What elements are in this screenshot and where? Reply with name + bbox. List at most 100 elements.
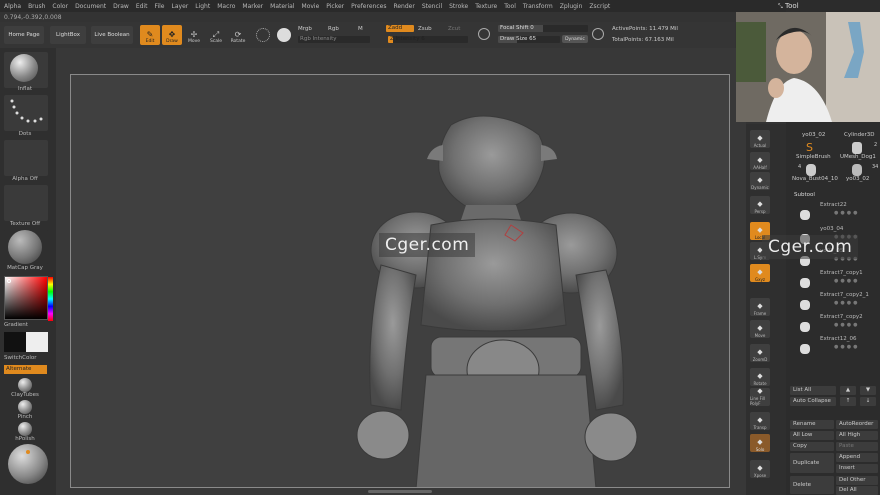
menu-item-zscript[interactable]: Zscript: [589, 3, 610, 10]
hpolish-brush-icon[interactable]: [18, 422, 32, 436]
menu-item-picker[interactable]: Picker: [326, 3, 344, 10]
subtool-toggle-icons[interactable]: ●●●●: [834, 210, 859, 216]
menu-item-stencil[interactable]: Stencil: [422, 3, 442, 10]
menu-item-zplugin[interactable]: Zplugin: [560, 3, 583, 10]
view-button-gxyz[interactable]: ◆ Gxyz: [750, 264, 770, 282]
tool-item-1[interactable]: Cylinder3D: [844, 132, 875, 138]
home-page-button[interactable]: Home Page: [4, 26, 44, 44]
move-down-button[interactable]: ▼: [860, 386, 876, 395]
nova-bust-thumb[interactable]: [806, 164, 816, 176]
m-toggle[interactable]: M: [358, 26, 363, 32]
mrgb-toggle[interactable]: Mrgb: [298, 26, 312, 32]
document-canvas[interactable]: Cger.com: [70, 74, 730, 488]
menu-item-stroke[interactable]: Stroke: [449, 3, 468, 10]
auto-collapse-button[interactable]: Auto Collapse: [790, 397, 836, 406]
simplebrush-icon[interactable]: S: [806, 142, 818, 154]
main-color-swatch[interactable]: [4, 332, 26, 352]
scale-mode-button[interactable]: ⤢ Scale: [206, 25, 226, 45]
material-slot[interactable]: [4, 229, 48, 265]
subtool-row[interactable]: Extract7_copy1 ●●●●: [790, 270, 878, 288]
gizmo-icon[interactable]: [256, 28, 270, 42]
menu-item-document[interactable]: Document: [75, 3, 106, 10]
menu-item-layer[interactable]: Layer: [172, 3, 189, 10]
focal-shift-slider[interactable]: Focal Shift 0: [498, 25, 588, 32]
bottom-shelf-handle[interactable]: [368, 490, 432, 493]
alpha-slot[interactable]: [4, 140, 48, 176]
duplicate-button[interactable]: Duplicate: [790, 453, 834, 473]
menu-item-edit[interactable]: Edit: [136, 3, 148, 10]
subtool-row[interactable]: Extract22 ●●●●: [790, 202, 878, 220]
tool-collapse-icon[interactable]: ⤡: [778, 3, 783, 10]
menu-item-light[interactable]: Light: [195, 3, 210, 10]
menu-item-draw[interactable]: Draw: [113, 3, 129, 10]
edit-mode-button[interactable]: ✎ Edit: [140, 25, 160, 45]
stroke-slot[interactable]: [4, 95, 48, 131]
menu-item-color[interactable]: Color: [52, 3, 68, 10]
menu-item-brush[interactable]: Brush: [28, 3, 45, 10]
view-button-transp[interactable]: ◆ Transp: [750, 412, 770, 430]
all-high-button[interactable]: All High: [836, 431, 878, 440]
menu-item-transform[interactable]: Transform: [523, 3, 553, 10]
view-button-frame[interactable]: ◆ Frame: [750, 298, 770, 316]
switch-color-button[interactable]: SwitchColor: [4, 355, 54, 361]
copy-button[interactable]: Copy: [790, 442, 834, 451]
rotate-mode-button[interactable]: ⟳ Rotate: [228, 25, 248, 45]
menu-item-tool[interactable]: Tool: [504, 3, 516, 10]
z-intensity-slider[interactable]: Z Intensity 6: [388, 36, 468, 43]
last-button[interactable]: ↓: [860, 397, 876, 406]
secondary-color-swatch[interactable]: [26, 332, 48, 352]
menu-item-texture[interactable]: Texture: [475, 3, 497, 10]
subtool-toggle-icons[interactable]: ●●●●: [834, 278, 859, 284]
hue-strip[interactable]: [48, 277, 53, 321]
claytubes-brush-icon[interactable]: [18, 378, 32, 392]
umesh-dog-thumb[interactable]: [852, 142, 862, 154]
subtool-toggle-icons[interactable]: ●●●●: [834, 344, 859, 350]
view-button-aahalf[interactable]: ◆ AAHalf: [750, 152, 770, 170]
view-button-dynamic[interactable]: ◆ Dynamic: [750, 172, 770, 190]
list-all-button[interactable]: List All: [790, 386, 836, 395]
lightbox-button[interactable]: LightBox: [50, 26, 86, 44]
tool-item-0[interactable]: yo03_02: [802, 132, 825, 138]
view-button-solo[interactable]: ◆ Solo: [750, 434, 770, 452]
color-picker[interactable]: [4, 276, 53, 321]
move-up-button[interactable]: ▲: [840, 386, 856, 395]
all-low-button[interactable]: All Low: [790, 431, 834, 440]
view-button-actual[interactable]: ◆ Actual: [750, 130, 770, 148]
paste-button[interactable]: Paste: [836, 442, 878, 451]
rgb-intensity-slider[interactable]: Rgb Intensity: [298, 36, 370, 43]
tool-item-5[interactable]: yo03_02: [846, 176, 869, 182]
brush-preview-sphere[interactable]: [8, 444, 48, 484]
pinch-brush-icon[interactable]: [18, 400, 32, 414]
menu-item-marker[interactable]: Marker: [242, 3, 263, 10]
menu-item-render[interactable]: Render: [393, 3, 414, 10]
yo03-thumb[interactable]: [852, 164, 862, 176]
texture-slot[interactable]: [4, 185, 48, 221]
rename-button[interactable]: Rename: [790, 420, 834, 429]
tool-item-3[interactable]: UMesh_Dog1: [840, 154, 876, 160]
view-button-rotate[interactable]: ◆ Rotate: [750, 368, 770, 386]
draw-size-slider[interactable]: Draw Size 65: [498, 36, 560, 43]
menu-item-movie[interactable]: Movie: [302, 3, 320, 10]
menu-item-macro[interactable]: Macro: [217, 3, 235, 10]
view-button-xpose[interactable]: ◆ Xpose: [750, 460, 770, 478]
dynamic-button[interactable]: Dynamic: [562, 35, 588, 43]
del-all-button[interactable]: Del All: [836, 486, 878, 495]
auto-reorder-button[interactable]: AutoReorder: [836, 420, 878, 429]
delete-button[interactable]: Delete: [790, 476, 834, 494]
menu-item-file[interactable]: File: [154, 3, 164, 10]
subtool-toggle-icons[interactable]: ●●●●: [834, 322, 859, 328]
zcut-toggle[interactable]: Zcut: [448, 26, 460, 32]
rgb-toggle[interactable]: Rgb: [328, 26, 339, 32]
del-other-button[interactable]: Del Other: [836, 476, 878, 485]
tool-item-2[interactable]: SimpleBrush: [796, 154, 831, 160]
draw-mode-button[interactable]: ✥ Draw: [162, 25, 182, 45]
first-button[interactable]: ↑: [840, 397, 856, 406]
view-button-zoomd[interactable]: ◆ ZoomD: [750, 344, 770, 362]
menu-item-alpha[interactable]: Alpha: [4, 3, 21, 10]
alternate-button[interactable]: Alternate: [4, 365, 47, 374]
insert-button[interactable]: Insert: [836, 464, 878, 473]
subtool-row[interactable]: Extract7_copy2_1 ●●●●: [790, 292, 878, 310]
append-button[interactable]: Append: [836, 453, 878, 462]
view-button-move[interactable]: ◆ Move: [750, 320, 770, 338]
menu-item-material[interactable]: Material: [270, 3, 294, 10]
